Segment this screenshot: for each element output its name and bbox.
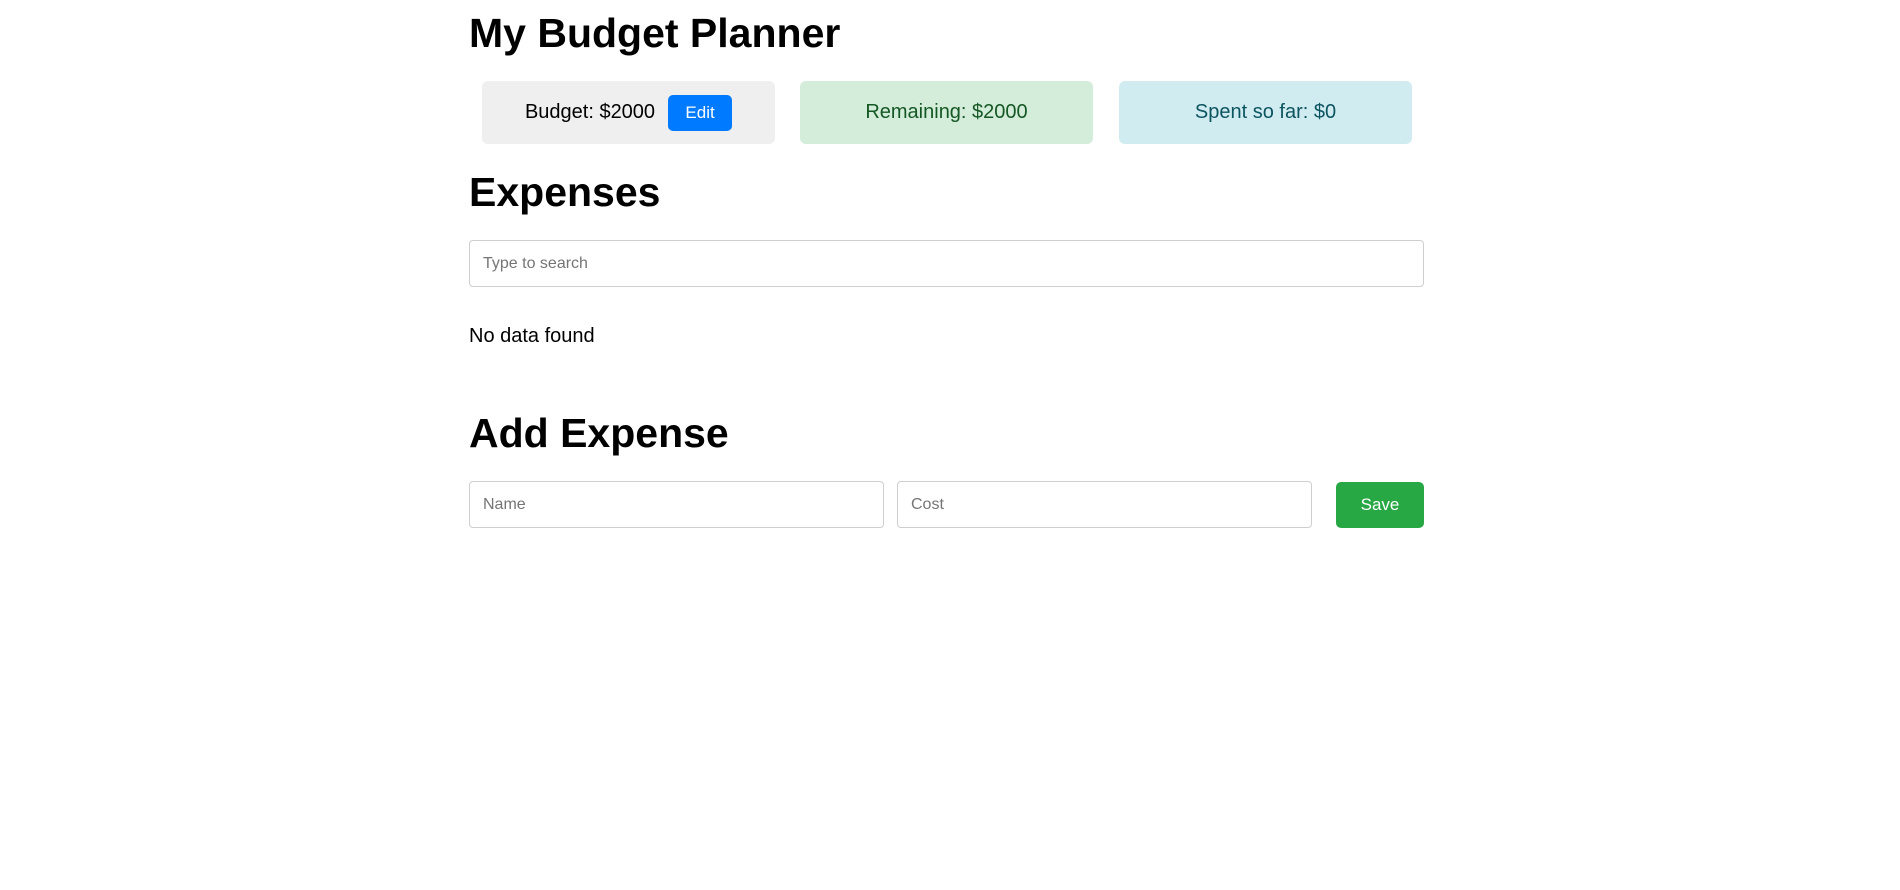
remaining-card: Remaining: $2000 [800, 81, 1093, 144]
edit-budget-button[interactable]: Edit [668, 94, 733, 131]
search-input[interactable] [469, 240, 1424, 287]
save-expense-button[interactable]: Save [1336, 482, 1424, 528]
expense-cost-input[interactable] [897, 481, 1312, 528]
budget-amount: Budget: $2000 [524, 101, 656, 123]
empty-state-message: No data found [469, 325, 595, 347]
budget-card: Budget: $2000 Edit [482, 81, 775, 144]
remaining-amount: Remaining: $2000 [865, 101, 1028, 123]
page-title: My Budget Planner [469, 10, 841, 56]
expense-name-input[interactable] [469, 481, 884, 528]
spent-amount: Spent so far: $0 [1194, 101, 1337, 123]
spent-card: Spent so far: $0 [1119, 81, 1412, 144]
expenses-heading: Expenses [469, 169, 661, 215]
add-expense-heading: Add Expense [469, 410, 729, 456]
